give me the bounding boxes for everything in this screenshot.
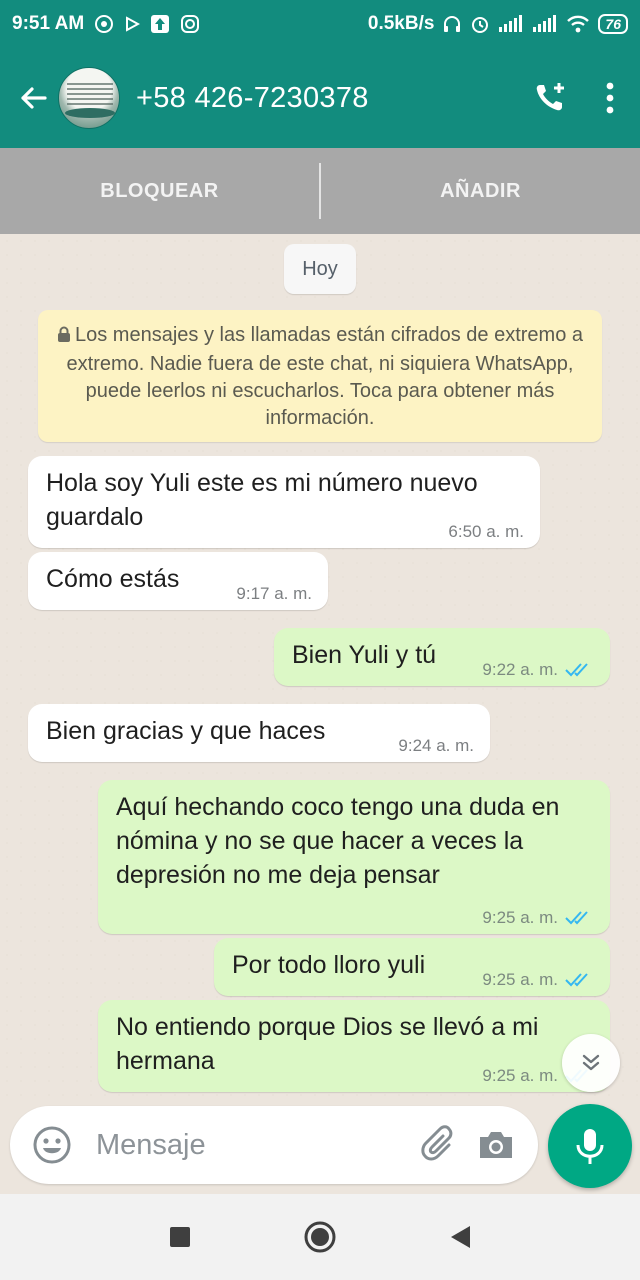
- message-bubble[interactable]: Aquí hechando coco tengo una duda en nóm…: [98, 780, 610, 934]
- message-time: 9:24 a. m.: [398, 736, 474, 755]
- message-time: 9:25 a. m.: [482, 908, 558, 927]
- lock-icon: [57, 324, 71, 351]
- status-time: 9:51 AM: [12, 13, 85, 34]
- recents-button[interactable]: [155, 1212, 205, 1262]
- instagram-notification-icon: [180, 14, 200, 34]
- add-call-button[interactable]: [520, 68, 580, 128]
- network-speed: 0.5kB/s: [367, 13, 435, 34]
- signal-icon: [498, 15, 524, 33]
- message-time: 9:25 a. m.: [482, 1066, 558, 1085]
- message-time: 6:50 a. m.: [448, 522, 524, 541]
- voice-record-button[interactable]: [548, 1104, 632, 1188]
- read-ticks-icon: [564, 972, 594, 988]
- battery-indicator: 76: [598, 14, 628, 34]
- alarm-icon: [470, 14, 490, 34]
- message-input[interactable]: Mensaje: [96, 1129, 412, 1162]
- signal-icon-2: [532, 15, 558, 33]
- read-ticks-icon: [564, 910, 594, 926]
- attach-button[interactable]: [412, 1117, 468, 1173]
- emoji-button[interactable]: [24, 1117, 80, 1173]
- contact-name[interactable]: +58 426-7230378: [136, 82, 369, 115]
- home-circle-icon: [304, 1221, 336, 1253]
- messenger-notification-icon: [94, 14, 114, 34]
- back-button[interactable]: [8, 68, 58, 128]
- emoji-icon: [33, 1126, 71, 1164]
- message-time: 9:22 a. m.: [482, 660, 558, 679]
- chat-area[interactable]: Hoy Los mensajes y las llamadas están ci…: [0, 234, 640, 1104]
- encryption-notice[interactable]: Los mensajes y las llamadas están cifrad…: [38, 310, 602, 442]
- status-bar: 9:51 AM 0.5kB/s 76: [0, 0, 640, 48]
- headphones-icon: [442, 14, 462, 34]
- message-bubble[interactable]: Cómo estás 9:17 a. m.: [28, 552, 328, 610]
- read-ticks-icon: [564, 662, 594, 678]
- system-navigation-bar: [0, 1194, 640, 1280]
- message-bubble[interactable]: Por todo lloro yuli 9:25 a. m.: [214, 938, 610, 996]
- back-nav-button[interactable]: [435, 1212, 485, 1262]
- add-call-icon: [536, 83, 564, 111]
- camera-button[interactable]: [468, 1117, 524, 1173]
- more-vert-icon: [606, 82, 614, 114]
- message-bubble[interactable]: Hola soy Yuli este es mi número nuevo gu…: [28, 456, 540, 548]
- message-bubble[interactable]: Bien Yuli y tú 9:22 a. m.: [274, 628, 610, 686]
- play-notification-icon: [124, 16, 141, 32]
- back-arrow-icon: [21, 87, 47, 109]
- date-chip: Hoy: [284, 244, 356, 294]
- message-time: 9:17 a. m.: [236, 584, 312, 603]
- camera-icon: [480, 1132, 512, 1158]
- scroll-to-bottom-button[interactable]: [562, 1034, 620, 1092]
- unknown-contact-actions: BLOQUEAR AÑADIR: [0, 148, 640, 234]
- message-time: 9:25 a. m.: [482, 970, 558, 989]
- add-contact-button[interactable]: AÑADIR: [321, 180, 640, 203]
- message-bubble[interactable]: Bien gracias y que haces 9:24 a. m.: [28, 704, 490, 762]
- chat-header: +58 426-7230378: [0, 48, 640, 148]
- block-button[interactable]: BLOQUEAR: [0, 180, 319, 203]
- back-triangle-icon: [451, 1226, 470, 1248]
- message-bubble[interactable]: No entiendo porque Dios se llevó a mi he…: [98, 1000, 610, 1092]
- paperclip-icon: [421, 1125, 453, 1161]
- square-icon: [170, 1227, 190, 1247]
- wifi-icon: [566, 14, 590, 34]
- home-button[interactable]: [295, 1212, 345, 1262]
- upload-notification-icon: [150, 14, 170, 34]
- encryption-notice-text: Los mensajes y las llamadas están cifrad…: [66, 324, 584, 429]
- avatar[interactable]: [58, 67, 120, 129]
- message-text: Aquí hechando coco tengo una duda en nóm…: [116, 793, 560, 889]
- message-composer: Mensaje: [10, 1106, 538, 1184]
- microphone-icon: [576, 1129, 604, 1164]
- more-options-button[interactable]: [580, 68, 640, 128]
- double-chevron-down-icon: [582, 1054, 600, 1071]
